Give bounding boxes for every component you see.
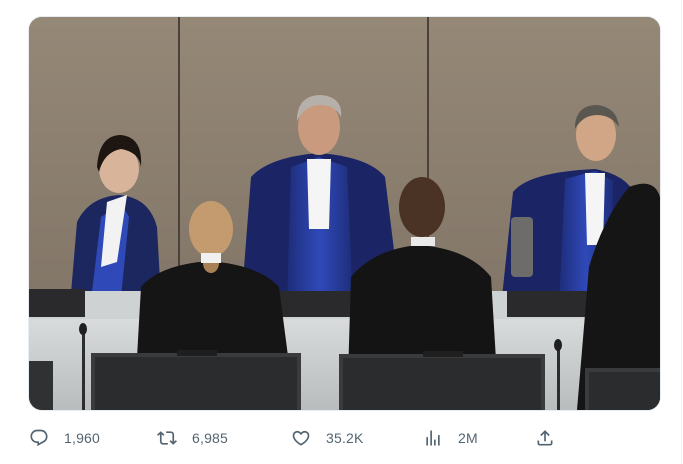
like-button[interactable]: 35.2K [290,422,364,454]
share-icon [534,427,556,449]
retweet-count: 6,985 [192,430,229,446]
heart-icon [290,427,312,449]
reply-count: 1,960 [64,430,101,446]
retweet-icon [156,427,178,449]
courtroom-photo [29,17,660,410]
reply-button[interactable]: 1,960 [28,422,100,454]
reply-icon [28,427,50,449]
tweet-photo[interactable] [28,16,661,411]
timeline-divider [681,0,682,464]
retweet-button[interactable]: 6,985 [156,422,228,454]
tweet-media-view: 1,960 6,985 35.2K 2M [0,0,683,464]
like-count: 35.2K [326,430,364,446]
share-button[interactable] [534,422,556,454]
analytics-icon [422,427,444,449]
views-count: 2M [458,430,478,446]
views-button[interactable]: 2M [422,422,478,454]
tweet-action-bar: 1,960 6,985 35.2K 2M [28,422,568,454]
